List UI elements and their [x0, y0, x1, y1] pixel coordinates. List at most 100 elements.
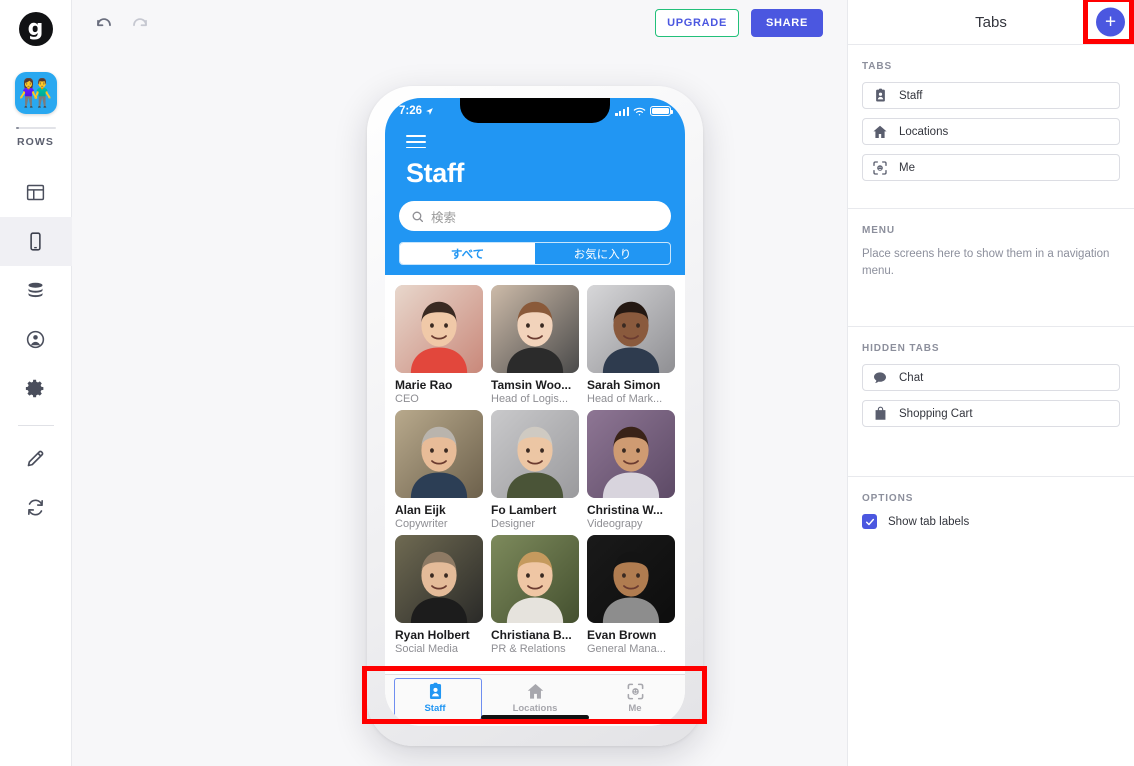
menu-section-label: MENU: [862, 225, 896, 236]
staff-role: General Mana...: [587, 643, 666, 656]
staff-role: Videograpy: [587, 518, 643, 531]
panel-tab-me[interactable]: Me: [862, 154, 1120, 181]
face-id-icon: [627, 683, 643, 700]
staff-role: PR & Relations: [491, 643, 566, 656]
panel-tab-locations[interactable]: Locations: [862, 118, 1120, 145]
brand-logo[interactable]: g: [18, 12, 53, 46]
staff-role: Head of Logis...: [491, 393, 569, 406]
upgrade-button[interactable]: UPGRADE: [655, 8, 739, 37]
undo-icon[interactable]: [93, 12, 115, 34]
panel-hidden-cart[interactable]: Shopping Cart: [862, 400, 1120, 427]
pencil-icon[interactable]: [0, 434, 72, 483]
tabs-panel: Tabs + TABS Staff Locations Me MENU Plac…: [848, 0, 1134, 766]
gear-icon[interactable]: [0, 364, 72, 413]
shopping-bag-icon: [872, 406, 888, 422]
panel-tab-staff-label: Staff: [899, 89, 923, 102]
database-icon[interactable]: [0, 266, 72, 315]
staff-role: Copywriter: [395, 518, 448, 531]
segment-favorites[interactable]: お気に入り: [535, 243, 670, 264]
staff-card[interactable]: Fo Lambert Designer: [491, 410, 579, 530]
hidden-tabs-label: HIDDEN TABS: [862, 343, 940, 354]
panel-hidden-chat-label: Chat: [899, 371, 924, 384]
share-button[interactable]: SHARE: [750, 8, 823, 37]
staff-name: Ryan Holbert: [395, 628, 470, 643]
show-tab-labels-checkbox[interactable]: [862, 514, 877, 529]
staff-card[interactable]: Alan Eijk Copywriter: [395, 410, 483, 530]
search-icon: [412, 211, 424, 222]
status-time: 7:26: [399, 105, 423, 117]
staff-card[interactable]: Sarah Simon Head of Mark...: [587, 285, 675, 405]
staff-card[interactable]: Christina W... Videograpy: [587, 410, 675, 530]
staff-name: Christina W...: [587, 503, 664, 518]
panel-header: Tabs +: [848, 0, 1134, 45]
refresh-icon[interactable]: [0, 483, 72, 532]
device-icon[interactable]: [0, 217, 72, 266]
app-screen-title: Staff: [406, 158, 464, 189]
phone-preview: 7:26 Staff 検索 すべて お気に入り Marie Rao CEO Ta…: [367, 86, 703, 746]
panel-hidden-cart-label: Shopping Cart: [899, 407, 973, 420]
staff-name: Christiana B...: [491, 628, 572, 643]
phone-tab-staff-label: Staff: [424, 703, 446, 714]
panel-hidden-chat[interactable]: Chat: [862, 364, 1120, 391]
staff-name: Marie Rao: [395, 378, 453, 393]
hamburger-menu-icon[interactable]: [406, 135, 426, 149]
staff-photo: [587, 535, 675, 624]
staff-name: Sarah Simon: [587, 378, 661, 393]
redo-icon[interactable]: [129, 12, 151, 34]
staff-photo: [491, 410, 579, 499]
app-avatar-icon[interactable]: 👫: [14, 72, 57, 114]
staff-name: Tamsin Woo...: [491, 378, 572, 393]
staff-card[interactable]: Evan Brown General Mana...: [587, 535, 675, 655]
options-section: OPTIONS Show tab labels: [848, 477, 1134, 547]
tabs-section-label: TABS: [862, 61, 893, 72]
editor-canvas: UPGRADE SHARE 7:26 Staff 検索 すべて お気に入り Ma…: [72, 0, 848, 766]
phone-tab-staff[interactable]: Staff: [385, 679, 485, 714]
staff-card[interactable]: Marie Rao CEO: [395, 285, 483, 405]
staff-name: Fo Lambert: [491, 503, 557, 518]
staff-role: Social Media: [395, 643, 458, 656]
staff-card[interactable]: Ryan Holbert Social Media: [395, 535, 483, 655]
staff-name: Alan Eijk: [395, 503, 446, 518]
undo-redo-group: [93, 12, 151, 34]
app-header: 7:26 Staff 検索 すべて お気に入り: [385, 98, 685, 276]
segment-all[interactable]: すべて: [400, 243, 535, 265]
staff-role: Head of Mark...: [587, 393, 663, 406]
panel-tab-staff[interactable]: Staff: [862, 82, 1120, 109]
search-input[interactable]: 検索: [399, 201, 671, 232]
options-section-label: OPTIONS: [862, 493, 914, 504]
layout-icon[interactable]: [0, 168, 72, 217]
staff-card[interactable]: Tamsin Woo... Head of Logis...: [491, 285, 579, 405]
home-icon: [527, 684, 543, 699]
staff-role: CEO: [395, 393, 419, 406]
phone-tab-locations[interactable]: Locations: [485, 679, 585, 714]
hidden-tabs-section: HIDDEN TABS Chat Shopping Cart: [848, 327, 1134, 477]
rail-progress-bar: [15, 127, 56, 129]
staff-card[interactable]: Christiana B... PR & Relations: [491, 535, 579, 655]
tabs-section: TABS Staff Locations Me: [848, 45, 1134, 209]
staff-photo: [491, 535, 579, 624]
menu-section-hint: Place screens here to show them in a nav…: [862, 248, 1110, 277]
segmented-control: すべて お気に入り: [399, 242, 671, 266]
status-time-group: 7:26: [399, 105, 434, 117]
home-indicator: [481, 715, 589, 720]
phone-tab-me[interactable]: Me: [585, 679, 685, 714]
face-id-icon: [872, 160, 888, 176]
show-tab-labels-label: Show tab labels: [888, 515, 970, 528]
show-tab-labels-option[interactable]: Show tab labels: [862, 514, 1120, 529]
panel-tab-locations-label: Locations: [899, 125, 949, 138]
phone-tab-me-label: Me: [628, 703, 642, 714]
battery-icon: [650, 105, 674, 117]
rail-icon-list: [0, 168, 72, 532]
staff-grid: Marie Rao CEO Tamsin Woo... Head of Logis..…: [385, 275, 685, 656]
app-root: g 👫 ROWS UPGRADE SHARE 7:26 Staff 検索 すべて…: [0, 0, 1134, 766]
account-icon[interactable]: [0, 315, 72, 364]
status-indicators: [615, 105, 674, 117]
panel-add-button[interactable]: +: [1096, 7, 1125, 37]
staff-photo: [395, 410, 483, 499]
staff-photo: [587, 410, 675, 499]
wifi-icon: [633, 107, 646, 115]
panel-tab-me-label: Me: [899, 161, 915, 174]
home-icon: [872, 124, 888, 140]
staff-photo: [491, 285, 579, 374]
rail-divider: [17, 425, 54, 426]
